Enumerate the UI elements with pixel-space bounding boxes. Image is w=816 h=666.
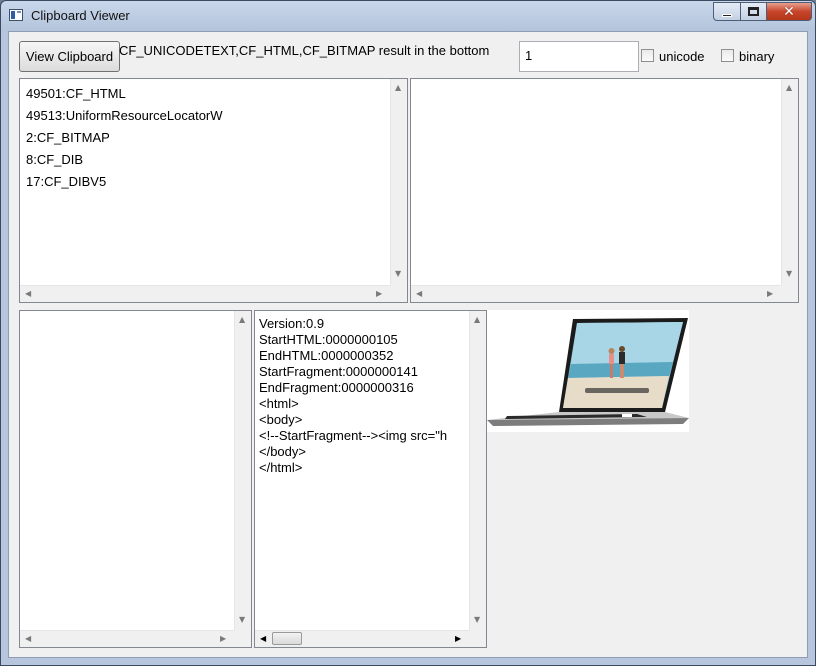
client-area: View Clipboard CF_UNICODETEXT,CF_HTML,CF… (8, 31, 808, 658)
laptop-image (487, 310, 689, 432)
binary-checkbox[interactable] (721, 49, 734, 62)
formats-vertical-scrollbar[interactable]: ▲ ▼ (390, 79, 407, 285)
scroll-right-icon[interactable]: ▶ (376, 290, 382, 298)
format-list-item[interactable]: 49501:CF_HTML (26, 83, 223, 105)
close-button[interactable]: ✕ (766, 2, 812, 21)
app-window: Clipboard Viewer ✕ View Clipboard CF_UNI… (0, 0, 816, 666)
scroll-down-icon[interactable]: ▼ (474, 616, 480, 624)
format-list-item[interactable]: 2:CF_BITMAP (26, 127, 223, 149)
html-text: Version:0.9 StartHTML:0000000105 EndHTML:0… (259, 316, 469, 476)
html-text-line: </body> (259, 444, 306, 459)
scroll-corner (469, 630, 486, 647)
html-text-line: EndHTML:0000000352 (259, 348, 394, 363)
scroll-up-icon[interactable]: ▲ (474, 316, 480, 324)
scroll-corner (390, 285, 407, 302)
scroll-up-icon[interactable]: ▲ (786, 84, 792, 92)
unicode-checkbox[interactable] (641, 49, 654, 62)
raw-data-pane[interactable]: ▲ ▼ ◀ ▶ (410, 78, 799, 303)
html-text-pane[interactable]: Version:0.9 StartHTML:0000000105 EndHTML:0… (254, 310, 487, 648)
raw-data-horizontal-scrollbar[interactable]: ◀ ▶ (411, 285, 781, 302)
format-list-item[interactable]: 17:CF_DIBV5 (26, 171, 223, 193)
window-title: Clipboard Viewer (31, 8, 130, 23)
html-vertical-scrollbar[interactable]: ▲ ▼ (469, 311, 486, 630)
scroll-right-icon[interactable]: ▶ (220, 635, 226, 643)
maximize-button[interactable] (740, 2, 766, 21)
scroll-left-icon[interactable]: ◀ (25, 635, 31, 643)
formats-horizontal-scrollbar[interactable]: ◀ ▶ (20, 285, 390, 302)
format-list-item[interactable]: 8:CF_DIB (26, 149, 223, 171)
unicode-checkbox-label: unicode (659, 49, 705, 64)
binary-checkbox-label: binary (739, 49, 775, 64)
scroll-down-icon[interactable]: ▼ (786, 270, 792, 278)
scroll-corner (781, 285, 798, 302)
html-text-line: StartHTML:0000000105 (259, 332, 398, 347)
unicode-horizontal-scrollbar[interactable]: ◀ ▶ (20, 630, 234, 647)
html-text-line: <html> (259, 396, 299, 411)
minimize-icon (722, 13, 732, 17)
html-horizontal-scrollbar[interactable]: ◀ ▶ (255, 630, 469, 647)
formats-list-items: 49501:CF_HTML 49513:UniformResourceLocato… (26, 83, 223, 193)
close-icon: ✕ (783, 3, 795, 20)
index-input[interactable]: 1 (519, 41, 639, 72)
formats-list[interactable]: 49501:CF_HTML 49513:UniformResourceLocato… (19, 78, 408, 303)
raw-data-vertical-scrollbar[interactable]: ▲ ▼ (781, 79, 798, 285)
unicode-vertical-scrollbar[interactable]: ▲ ▼ (234, 311, 251, 630)
scroll-down-icon[interactable]: ▼ (395, 270, 401, 278)
html-text-line: Version:0.9 (259, 316, 325, 331)
app-icon (9, 9, 23, 21)
scroll-right-icon[interactable]: ▶ (455, 635, 461, 643)
result-hint-label: CF_UNICODETEXT,CF_HTML,CF_BITMAP result … (119, 43, 490, 58)
format-list-item[interactable]: 49513:UniformResourceLocatorW (26, 105, 223, 127)
horizontal-scroll-thumb[interactable] (272, 632, 302, 645)
scroll-right-icon[interactable]: ▶ (767, 290, 773, 298)
minimize-button[interactable] (713, 2, 740, 21)
scroll-corner (234, 630, 251, 647)
scroll-left-icon[interactable]: ◀ (416, 290, 422, 298)
html-text-line: StartFragment:0000000141 (259, 364, 418, 379)
html-text-line: </html> (259, 460, 303, 475)
caption-buttons: ✕ (713, 2, 812, 21)
scroll-up-icon[interactable]: ▲ (395, 84, 401, 92)
scroll-left-icon[interactable]: ◀ (25, 290, 31, 298)
html-text-line: <body> (259, 412, 303, 427)
scroll-down-icon[interactable]: ▼ (239, 616, 245, 624)
scroll-left-icon[interactable]: ◀ (260, 635, 266, 643)
maximize-icon (748, 7, 759, 16)
view-clipboard-button[interactable]: View Clipboard (19, 41, 120, 72)
scroll-up-icon[interactable]: ▲ (239, 316, 245, 324)
unicode-text-pane[interactable]: ▲ ▼ ◀ ▶ (19, 310, 252, 648)
title-bar[interactable]: Clipboard Viewer ✕ (1, 1, 815, 31)
html-text-line: <!--StartFragment--><img src="h (259, 428, 448, 443)
html-text-line: EndFragment:0000000316 (259, 380, 414, 395)
